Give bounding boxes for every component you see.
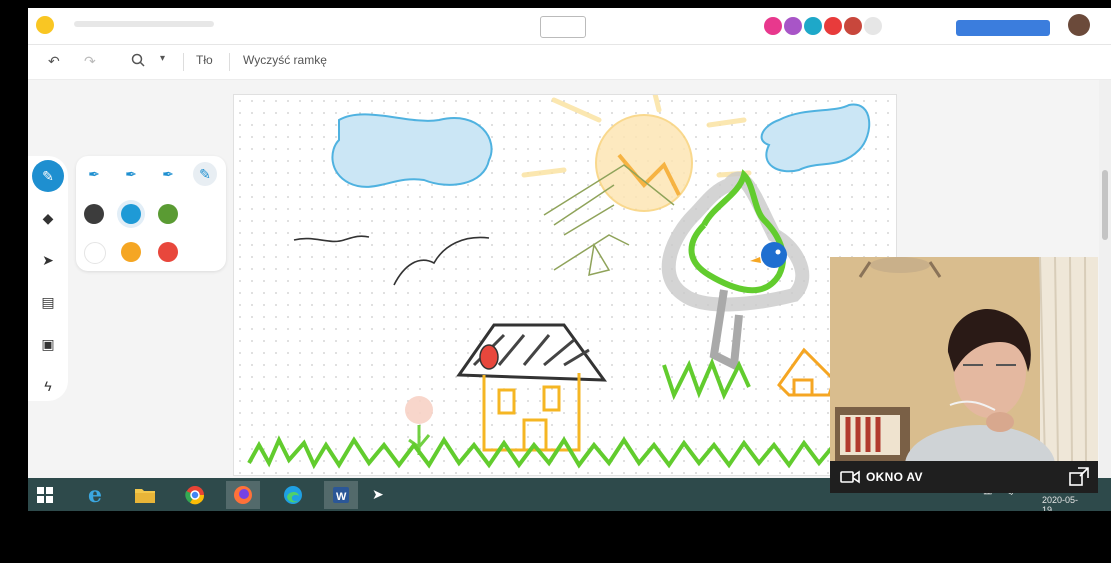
scrollbar-thumb[interactable] bbox=[1102, 170, 1108, 240]
user-avatar[interactable] bbox=[1068, 14, 1090, 36]
color-swatch-orange[interactable] bbox=[121, 242, 141, 262]
grass-bottom bbox=[247, 435, 836, 470]
eraser-icon: ◆ bbox=[42, 209, 54, 226]
chrome-icon bbox=[185, 486, 205, 505]
taskbar-explorer[interactable] bbox=[128, 481, 162, 509]
divider bbox=[183, 53, 184, 71]
firefox-icon bbox=[234, 486, 252, 504]
drawing bbox=[247, 87, 871, 470]
pen-thick-button[interactable]: ✒ bbox=[156, 162, 180, 186]
house bbox=[456, 323, 608, 452]
pen-thick-icon: ✒ bbox=[162, 165, 174, 182]
internet-explorer-icon: e bbox=[88, 482, 102, 508]
taskbar-ie[interactable]: e bbox=[78, 481, 112, 509]
eraser-tool-button[interactable]: ◆ bbox=[32, 202, 64, 234]
lightning-icon: ϟ bbox=[44, 378, 52, 394]
pen-thin-button[interactable]: ✒ bbox=[82, 162, 106, 186]
folder-icon bbox=[135, 489, 155, 503]
cloud-right bbox=[760, 103, 871, 173]
tree bbox=[661, 169, 810, 372]
taskbar-date[interactable]: 2020-05-19 bbox=[1042, 495, 1088, 511]
participant-avatar[interactable] bbox=[824, 17, 842, 35]
color-swatch-white[interactable] bbox=[84, 242, 106, 264]
participant-avatar[interactable] bbox=[764, 17, 782, 35]
participants bbox=[764, 17, 882, 35]
svg-text:W: W bbox=[336, 491, 347, 503]
clear-frame-button[interactable]: Wyczyść ramkę bbox=[243, 53, 327, 67]
color-swatch-dark[interactable] bbox=[84, 204, 104, 224]
sticky-note-tool-button[interactable]: ▤ bbox=[32, 286, 64, 318]
pen-tool-button[interactable]: ✎ bbox=[32, 160, 64, 192]
app-header bbox=[28, 8, 1111, 45]
cloud-left bbox=[331, 113, 493, 188]
zoom-dropdown-icon[interactable]: ▾ bbox=[160, 53, 165, 64]
participant-avatar[interactable] bbox=[804, 17, 822, 35]
word-icon: W bbox=[333, 487, 349, 503]
camera-icon[interactable] bbox=[840, 470, 860, 487]
webcam-image bbox=[830, 257, 1098, 461]
color-swatch-green[interactable] bbox=[158, 204, 178, 224]
start-button[interactable] bbox=[28, 481, 62, 509]
redo-icon[interactable]: ↷ bbox=[84, 53, 96, 70]
color-swatch-red[interactable] bbox=[158, 242, 178, 262]
tool-rail: ✎ ◆ ➤ ▤ ▣ ϟ bbox=[28, 156, 68, 401]
video-window-label: OKNO AV bbox=[866, 470, 923, 484]
pen-palette: ✒ ✒ ✒ ✎ bbox=[76, 156, 226, 271]
image-tool-button[interactable]: ▣ bbox=[32, 328, 64, 360]
participant-avatar[interactable] bbox=[844, 17, 862, 35]
image-icon: ▣ bbox=[41, 335, 55, 352]
laser-tool-button[interactable]: ϟ bbox=[32, 370, 64, 402]
bird-2 bbox=[393, 236, 490, 286]
pen-medium-icon: ✒ bbox=[125, 165, 137, 182]
undo-icon[interactable]: ↶ bbox=[48, 53, 60, 70]
note-icon: ▤ bbox=[41, 293, 55, 310]
video-window[interactable]: OKNO AV bbox=[830, 257, 1098, 493]
participant-avatar[interactable] bbox=[864, 17, 882, 35]
small-hut bbox=[777, 347, 836, 397]
expand-icon[interactable] bbox=[1068, 466, 1090, 491]
color-swatch-blue[interactable] bbox=[121, 204, 141, 224]
pen-medium-button[interactable]: ✒ bbox=[119, 162, 143, 186]
taskbar-edge[interactable] bbox=[276, 481, 310, 509]
video-feed bbox=[830, 257, 1098, 461]
taskbar-firefox[interactable] bbox=[226, 481, 260, 509]
whiteboard-canvas[interactable] bbox=[233, 87, 897, 476]
edge-icon bbox=[284, 486, 302, 504]
participant-avatar[interactable] bbox=[784, 17, 802, 35]
zoom-icon[interactable] bbox=[131, 53, 145, 70]
flower bbox=[405, 396, 433, 455]
vertical-scrollbar[interactable] bbox=[1099, 80, 1111, 480]
select-tool-button[interactable]: ➤ bbox=[32, 244, 64, 276]
marker-icon: ✎ bbox=[199, 165, 211, 182]
divider bbox=[229, 53, 230, 71]
pen-thin-icon: ✒ bbox=[88, 165, 100, 182]
grass-right bbox=[662, 357, 751, 401]
pen-icon: ✎ bbox=[42, 167, 54, 184]
board-title[interactable] bbox=[74, 21, 214, 27]
app-logo[interactable] bbox=[36, 16, 54, 34]
taskbar-chrome[interactable] bbox=[178, 481, 212, 509]
taskbar-word[interactable]: W bbox=[324, 481, 358, 509]
mouse-cursor-icon: ➤ bbox=[372, 486, 384, 502]
background-button[interactable]: Tło bbox=[196, 53, 213, 67]
board-toolbar: ↶ ↷ ▾ Tło Wyczyść ramkę bbox=[28, 45, 1111, 80]
cursor-icon: ➤ bbox=[42, 251, 54, 268]
pen-marker-button[interactable]: ✎ bbox=[193, 162, 217, 186]
bird-1 bbox=[293, 235, 370, 243]
frames-icon[interactable] bbox=[540, 16, 586, 38]
video-controls: OKNO AV bbox=[830, 461, 1098, 493]
share-button[interactable] bbox=[956, 20, 1050, 36]
windows-icon bbox=[37, 487, 53, 503]
